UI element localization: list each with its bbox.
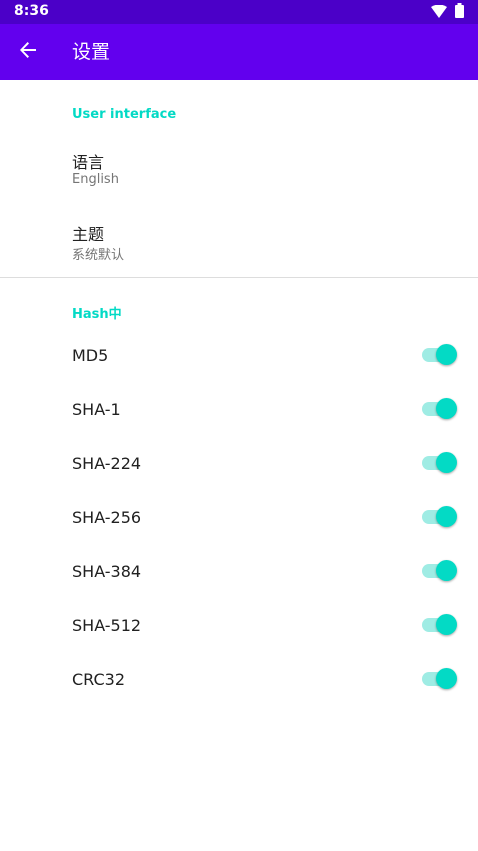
sha224-switch[interactable]	[422, 452, 458, 474]
category-user-interface: User interface	[72, 107, 177, 122]
pref-language-value: English	[72, 172, 119, 187]
switch-thumb	[436, 614, 457, 635]
sha384-switch[interactable]	[422, 560, 458, 582]
wifi-icon	[431, 3, 447, 22]
page-title: 设置	[72, 41, 111, 63]
switch-thumb	[436, 344, 457, 365]
pref-theme-title: 主题	[72, 225, 105, 244]
pref-crc32-label: CRC32	[72, 670, 126, 689]
pref-md5-label: MD5	[72, 346, 109, 365]
status-icons	[431, 2, 464, 22]
status-time: 8:36	[14, 3, 49, 19]
pref-sha224[interactable]: SHA-224	[0, 436, 478, 490]
crc32-switch[interactable]	[422, 668, 458, 690]
switch-thumb	[436, 668, 457, 689]
switch-thumb	[436, 560, 457, 581]
pref-sha384-label: SHA-384	[72, 562, 142, 581]
category-hash: Hash中	[72, 307, 122, 322]
pref-theme-value: 系统默认	[72, 248, 125, 263]
pref-sha1[interactable]: SHA-1	[0, 382, 478, 436]
pref-sha256-label: SHA-256	[72, 508, 142, 527]
app-bar: 设置	[0, 24, 478, 80]
md5-switch[interactable]	[422, 344, 458, 366]
pref-sha224-label: SHA-224	[72, 454, 142, 473]
back-button[interactable]	[8, 32, 48, 72]
pref-sha512[interactable]: SHA-512	[0, 598, 478, 652]
pref-sha384[interactable]: SHA-384	[0, 544, 478, 598]
pref-sha256[interactable]: SHA-256	[0, 490, 478, 544]
sha1-switch[interactable]	[422, 398, 458, 420]
pref-sha1-label: SHA-1	[72, 400, 121, 419]
arrow-back-icon	[18, 40, 38, 64]
pref-sha512-label: SHA-512	[72, 616, 142, 635]
pref-md5[interactable]: MD5	[0, 328, 478, 382]
pref-language-title: 语言	[72, 153, 105, 172]
status-bar: 8:36	[0, 0, 478, 24]
battery-icon	[455, 2, 464, 22]
switch-thumb	[436, 452, 457, 473]
section-divider	[0, 277, 478, 278]
pref-theme[interactable]: 主题 系统默认	[0, 208, 478, 278]
pref-crc32[interactable]: CRC32	[0, 652, 478, 706]
sha256-switch[interactable]	[422, 506, 458, 528]
switch-thumb	[436, 506, 457, 527]
switch-thumb	[436, 398, 457, 419]
sha512-switch[interactable]	[422, 614, 458, 636]
pref-language[interactable]: 语言 English	[0, 136, 478, 206]
